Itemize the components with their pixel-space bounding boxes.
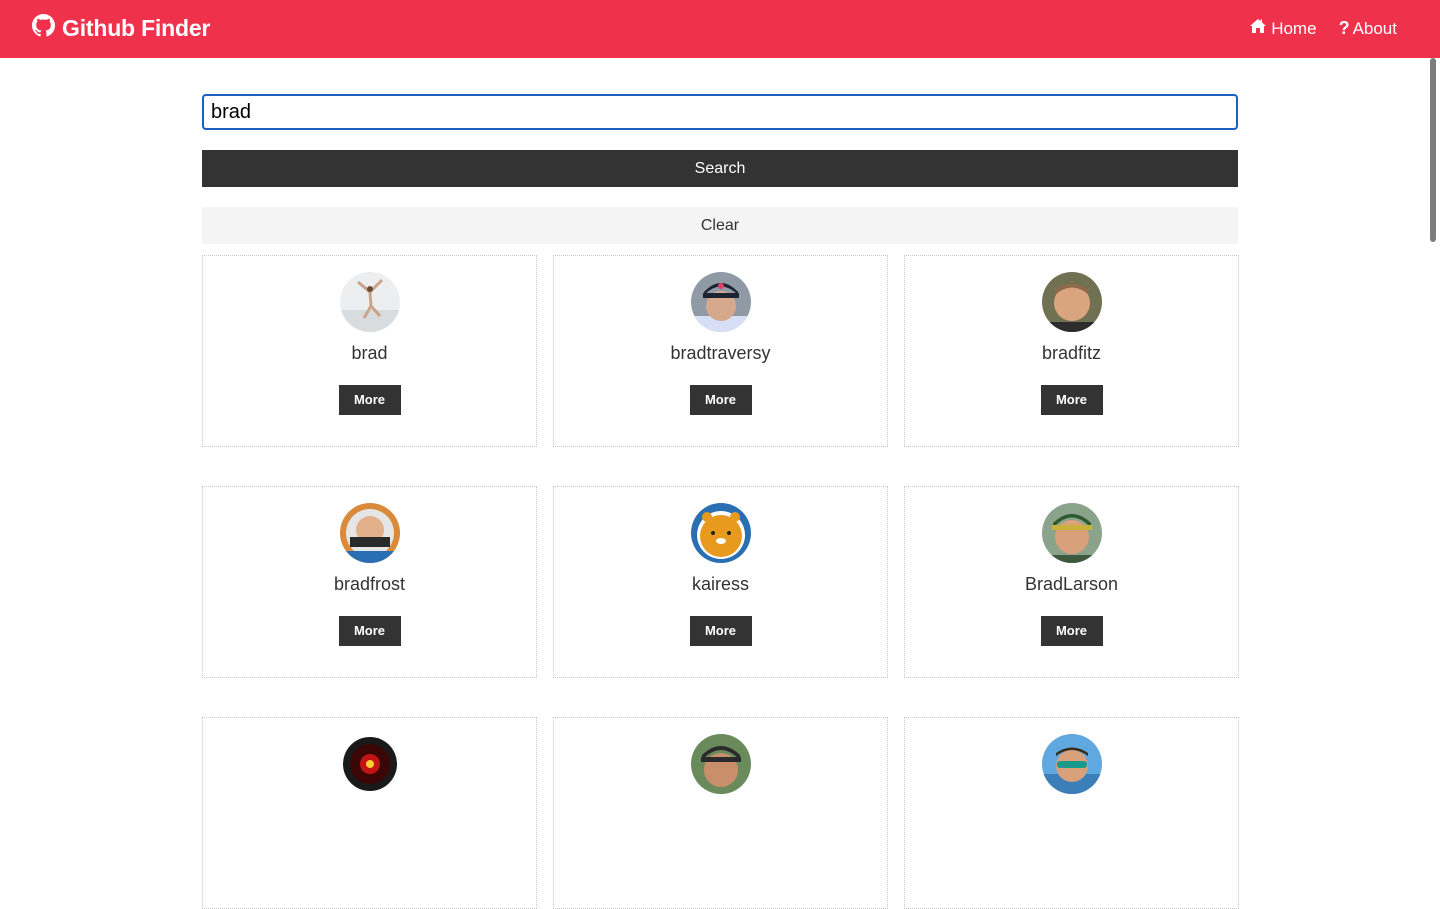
- user-login: brad: [351, 343, 388, 363]
- search-input[interactable]: [202, 94, 1238, 130]
- avatar: [339, 272, 400, 332]
- brand-title: Github Finder: [62, 15, 211, 41]
- nav-home-link[interactable]: Home: [1249, 18, 1317, 39]
- avatar: [690, 272, 751, 332]
- user-card: [202, 717, 537, 909]
- user-card: bradfitz More: [904, 255, 1239, 447]
- avatar: [339, 503, 400, 563]
- user-login: bradtraversy: [670, 343, 771, 363]
- user-login: [905, 805, 1238, 827]
- scrollbar[interactable]: [1430, 58, 1436, 242]
- user-card: [553, 717, 888, 909]
- user-login: [203, 805, 536, 827]
- more-button[interactable]: More: [338, 616, 401, 646]
- nav-home-label: Home: [1271, 18, 1317, 38]
- search-button[interactable]: Search: [202, 150, 1238, 187]
- user-card: BradLarson More: [904, 486, 1239, 678]
- github-icon: [32, 14, 62, 43]
- user-login: bradfitz: [1041, 343, 1102, 363]
- user-card: brad More: [202, 255, 537, 447]
- avatar: [339, 734, 400, 794]
- user-login: bradfrost: [333, 574, 406, 594]
- user-card: bradtraversy More: [553, 255, 888, 447]
- avatar: [690, 503, 751, 563]
- navbar: Github Finder Home ? About: [0, 0, 1440, 58]
- home-icon: [1249, 18, 1271, 39]
- avatar: [1041, 734, 1102, 794]
- more-button[interactable]: More: [1040, 385, 1103, 415]
- user-card: [904, 717, 1239, 909]
- search-form: Search Clear: [202, 94, 1238, 244]
- more-button[interactable]: More: [689, 385, 752, 415]
- brand[interactable]: Github Finder: [32, 14, 210, 43]
- nav-about-label: About: [1352, 18, 1397, 38]
- avatar: [1041, 272, 1102, 332]
- user-login: [554, 805, 887, 827]
- more-button[interactable]: More: [1040, 616, 1103, 646]
- avatar: [1041, 503, 1102, 563]
- user-grid: brad More bradtraversy More bradfitz Mor…: [202, 255, 1239, 909]
- nav-about-link[interactable]: ? About: [1339, 18, 1397, 39]
- user-card: bradfrost More: [202, 486, 537, 678]
- more-button[interactable]: More: [338, 385, 401, 415]
- avatar: [690, 734, 751, 794]
- user-login: BradLarson: [1024, 574, 1119, 594]
- user-card: kairess More: [553, 486, 888, 678]
- clear-button[interactable]: Clear: [202, 207, 1238, 244]
- question-icon: ?: [1338, 18, 1350, 38]
- nav-links: Home ? About: [1249, 18, 1397, 39]
- more-button[interactable]: More: [689, 616, 752, 646]
- user-login: kairess: [691, 574, 749, 594]
